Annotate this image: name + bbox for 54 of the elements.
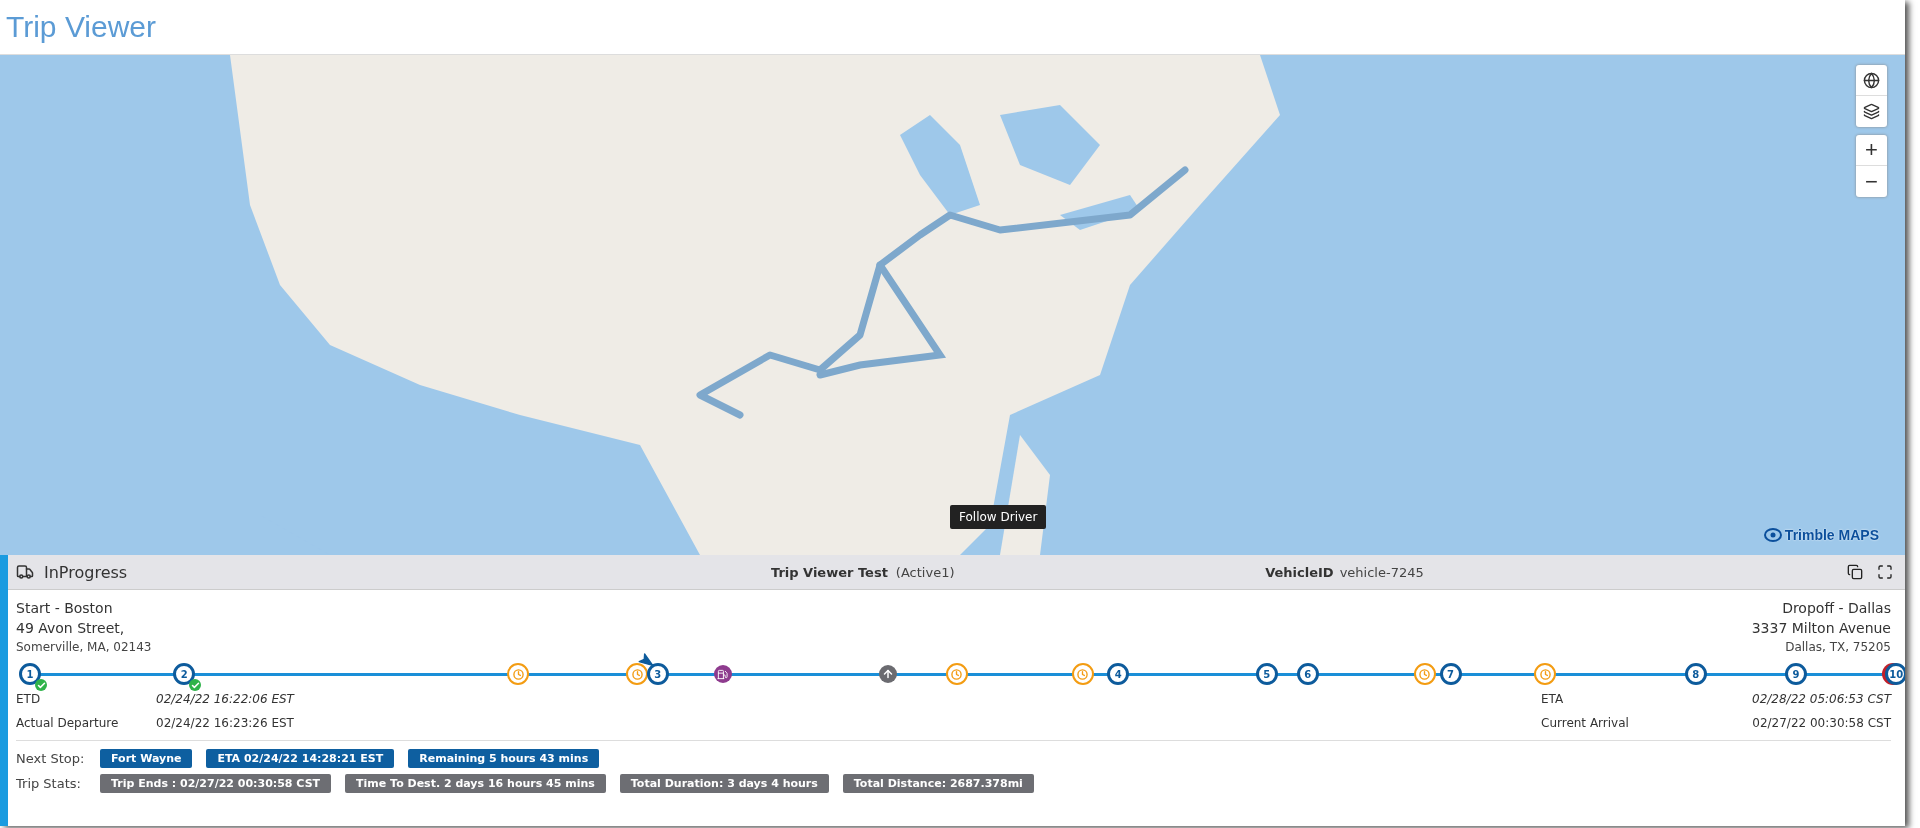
zoom-button[interactable]: + xyxy=(1856,135,1887,166)
vehicle-label: VehicleID xyxy=(1265,564,1334,580)
navigation-arrow-icon xyxy=(636,652,653,668)
globe-icon xyxy=(1863,71,1880,89)
stop-marker[interactable]: 1 xyxy=(19,663,41,685)
time-value: 02/24/22 16:23:26 EST xyxy=(156,716,295,730)
time-label: Current Arrival xyxy=(1541,716,1630,730)
trip-stats-badge: Trip Ends : 02/27/22 00:30:58 CST xyxy=(100,774,332,793)
clock-icon[interactable] xyxy=(626,663,649,685)
time-label: ETA xyxy=(1541,692,1565,706)
stop-marker[interactable]: 2 xyxy=(173,663,196,685)
truck-icon xyxy=(16,563,34,581)
arrow-up-icon[interactable] xyxy=(878,665,897,683)
time-label: ETD xyxy=(16,692,42,706)
fullscreen-icon[interactable] xyxy=(1877,564,1893,580)
next-stop-label: Next Stop: xyxy=(16,751,86,766)
dropoff-title: Dropoff - Dallas xyxy=(1782,600,1891,616)
page-title: Trip Viewer xyxy=(6,10,157,44)
fuel-icon[interactable] xyxy=(713,665,732,683)
trip-stats-badge: Time To Dest. 2 days 16 hours 45 mins xyxy=(345,774,606,793)
next-stop-badge: Remaining 5 hours 43 mins xyxy=(408,749,600,768)
dropoff-city: Dallas, TX, 75205 xyxy=(1785,640,1891,654)
dropoff-street: 3337 Milton Avenue xyxy=(1751,620,1891,636)
next-stop-badge: Fort Wayne xyxy=(100,749,193,768)
check-icon xyxy=(35,679,47,691)
stop-marker[interactable]: 3 xyxy=(646,663,669,685)
time-value: 02/28/22 05:06:53 CST xyxy=(1751,692,1891,706)
trip-stats-label: Trip Stats: xyxy=(16,776,82,791)
map-attribution: Trimble MAPS xyxy=(1784,527,1879,543)
check-icon xyxy=(189,679,202,691)
stop-marker[interactable]: 5 xyxy=(1255,663,1278,685)
stop-marker[interactable]: 7 xyxy=(1439,663,1462,685)
time-value: 02/27/22 00:30:58 CST xyxy=(1751,716,1891,730)
next-stop-badge: ETA 02/24/22 14:28:21 EST xyxy=(206,749,395,768)
start-city: Somerville, MA, 02143 xyxy=(16,640,152,654)
trip-name: Trip Viewer Test xyxy=(770,564,888,580)
trip-state: (Active1) xyxy=(895,564,955,580)
stop-marker[interactable]: 6 xyxy=(1296,663,1319,685)
stop-marker[interactable]: 10 xyxy=(1885,663,1905,685)
time-label: Actual Departure xyxy=(16,716,120,730)
trip-status: InProgress xyxy=(44,562,128,582)
trip-stats-badge: Total Duration: 3 days 4 hours xyxy=(619,774,829,793)
time-value: 02/24/22 16:22:06 EST xyxy=(156,692,296,706)
tooltip: Follow Driver xyxy=(950,505,1047,529)
stop-marker[interactable]: 9 xyxy=(1785,663,1807,685)
layers-icon xyxy=(1863,103,1880,120)
stop-marker[interactable]: 4 xyxy=(1107,663,1130,685)
start-street: 49 Avon Street, xyxy=(16,620,125,636)
zoom-button[interactable]: − xyxy=(1856,166,1887,197)
trip-stats-badge: Total Distance: 2687.378mi xyxy=(842,774,1034,793)
stop-marker[interactable]: 8 xyxy=(1684,663,1707,685)
vehicle-id: vehicle-7245 xyxy=(1339,564,1424,580)
copy-icon[interactable] xyxy=(1847,564,1863,580)
start-title: Start - Boston xyxy=(16,600,113,616)
